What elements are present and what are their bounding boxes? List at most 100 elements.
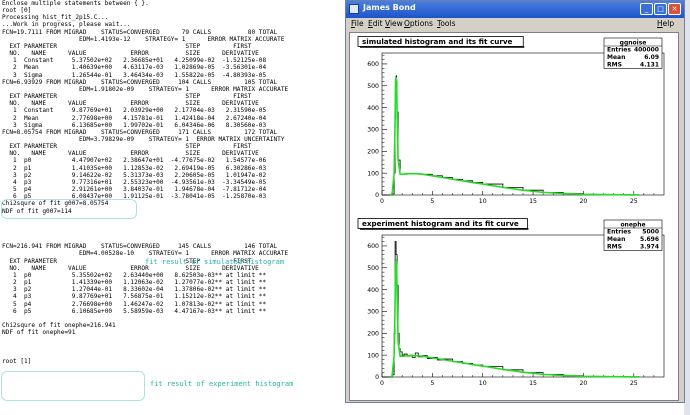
terminal-line: 4 p3 9.77316e+01 2.55323e+00 -4.93561e-0… — [13, 178, 267, 186]
menu-options[interactable]: Options — [404, 19, 433, 28]
x-tick-label: 15 — [529, 380, 537, 387]
minimize-button[interactable]: _ — [640, 3, 653, 15]
menu-tools[interactable]: Tools — [437, 19, 455, 28]
root-canvas-window[interactable]: James Bond _ □ ✕ File Edit View Options Tool… — [345, 0, 685, 403]
terminal-line: 5 p4 2.91261e+00 3.84037e-01 1.94678e-04… — [13, 186, 267, 194]
y-tick-label: 300 — [367, 127, 379, 134]
x-tick-label: 20 — [579, 198, 587, 205]
terminal-line: 3 Sigma 6.13685e+00 1.99702e-01 6.04346e… — [13, 121, 267, 129]
menu-view[interactable]: View — [385, 19, 403, 28]
terminal-line: 3 p2 1.27044e-01 8.33602e-04 1.37806e-02… — [13, 286, 267, 294]
chart-svg: experiment histogram and its fit curve on… — [357, 218, 665, 387]
terminal-line: 1 Constant 5.37502e+02 2.36685e+01 4.250… — [13, 57, 267, 65]
y-tick-label: 400 — [367, 105, 379, 112]
terminal-line: 2 Mean 1.40639e+00 4.63117e-03 1.02869e-… — [13, 64, 267, 72]
terminal-line: EXT PARAMETER STEP FIRST — [9, 143, 252, 151]
terminal-line: 2 p1 1.41339e+00 1.12063e-02 1.27077e-02… — [13, 279, 267, 287]
stats-value: 5.696 — [640, 236, 659, 243]
status-area — [0, 403, 345, 415]
terminal-line: FCN=6.93929 FROM MIGRAD STATUS=CONVERGED… — [2, 78, 278, 86]
stats-value: 5000 — [642, 229, 659, 236]
terminal-line: EXT PARAMETER STEP FIRST — [9, 93, 252, 101]
menu-label: dit — [372, 19, 383, 28]
terminal-line: 3 Sigma 1.26544e-01 3.46434e-03 1.55822e… — [13, 71, 267, 79]
terminal-line: root [0] — [2, 7, 32, 15]
x-tick-label: 5 — [430, 198, 434, 205]
stats-label: Entries — [607, 229, 631, 236]
stats-value: 400000 — [634, 47, 659, 54]
terminal-line: FCN=216.941 FROM MIGRAD STATUS=CONVERGED… — [2, 243, 278, 251]
y-tick-label: 200 — [367, 331, 379, 338]
terminal-line: NO. NAME VALUE ERROR SIZE DERIVATIVE — [9, 150, 259, 158]
terminal-line: Enclose multiple statements between { }. — [2, 0, 149, 7]
y-tick-label: 0 — [375, 374, 379, 381]
stats-label: Mean — [607, 236, 625, 243]
stats-value: 3.974 — [640, 244, 659, 251]
stats-label: RMS — [607, 62, 622, 69]
sim-fit-annotation: fit result of simulated histogram — [145, 258, 285, 266]
y-tick-label: 300 — [367, 309, 379, 316]
menu-file[interactable]: File — [351, 19, 364, 28]
x-tick-label: 10 — [479, 380, 487, 387]
x-tick-label: 10 — [479, 198, 487, 205]
terminal-line: ...Work in progress, please wait... — [2, 21, 131, 29]
terminal-output: Enclose multiple statements between { }.… — [2, 0, 288, 365]
terminal-line: Processing hist_fit_2p15.C... — [2, 14, 109, 22]
terminal-line: EDM=4.00528e-10 STRATEGY= 1 ERROR MATRIX… — [79, 250, 289, 258]
terminal-line: 5 p4 2.76698e+00 1.46247e-02 1.07813e-02… — [13, 300, 267, 308]
exp-fit-annotation: fit result of experiment histogram — [150, 380, 294, 388]
stats-label: Entries — [607, 47, 631, 54]
terminal-line: EDM=1.91802e-09 STRATEGY= 1 ERROR MATRIX… — [79, 85, 289, 93]
terminal-line: 1 p0 4.47907e+02 2.38647e+01 -4.77675e-0… — [13, 157, 267, 165]
plot-pad-experiment[interactable]: experiment histogram and its fit curve on… — [354, 217, 675, 395]
chart-title: experiment histogram and its fit curve — [362, 219, 519, 228]
terminal-line: EDM=1.4193e-12 STRATEGY= 1 ERROR MATRIX … — [79, 35, 285, 43]
maximize-button[interactable]: □ — [654, 3, 667, 15]
menu-label: ools — [440, 19, 456, 28]
terminal-panel[interactable]: Enclose multiple statements between { }.… — [0, 0, 345, 415]
menu-label: ile — [354, 19, 364, 28]
menu-label: elp — [662, 19, 675, 28]
x-tick-label: 25 — [630, 198, 638, 205]
plot-canvas[interactable]: simulated histogram and its fit curve ggn… — [349, 32, 679, 401]
chart-svg: simulated histogram and its fit curve ggn… — [357, 36, 665, 205]
close-button[interactable]: ✕ — [668, 3, 681, 15]
plot-pad-simulated[interactable]: simulated histogram and its fit curve ggn… — [354, 35, 675, 213]
terminal-line: 4 p3 9.87769e+01 7.56875e-01 1.15212e-02… — [13, 293, 267, 301]
x-tick-label: 25 — [630, 380, 638, 387]
terminal-line: 1 p0 5.35502e+02 2.63440e+00 8.62503e-03… — [13, 271, 267, 279]
stats-label: Mean — [607, 54, 625, 61]
x-tick-label: 5 — [430, 380, 434, 387]
app-icon — [349, 4, 359, 14]
window-title: James Bond — [363, 3, 416, 12]
terminal-line: 1 Constant 9.87769e+01 2.03929e+00 2.177… — [13, 107, 267, 115]
exp-fit-callout — [1, 371, 145, 401]
terminal-line: NDF of fit onephe=91 — [2, 329, 76, 337]
terminal-line: NO. NAME VALUE ERROR SIZE DERIVATIVE — [9, 100, 259, 108]
menu-edit[interactable]: Edit — [368, 19, 383, 28]
window-titlebar[interactable]: James Bond _ □ ✕ — [346, 1, 684, 18]
stats-label: RMS — [607, 244, 622, 251]
x-tick-label: 0 — [380, 380, 384, 387]
menu-help[interactable]: Help — [657, 19, 674, 28]
x-tick-label: 15 — [529, 198, 537, 205]
terminal-line: Chi2squre of fit onephe=216.941 — [2, 322, 116, 330]
y-tick-label: 400 — [367, 287, 379, 294]
terminal-line: 3 p2 9.14622e-02 5.31373e-03 2.20605e-05… — [13, 171, 267, 179]
terminal-line: FCN=19.7111 FROM MIGRAD STATUS=CONVERGED… — [2, 28, 278, 36]
y-tick-label: 600 — [367, 243, 379, 250]
stats-value: 4.131 — [640, 62, 659, 69]
terminal-line: FCN=8.05754 FROM MIGRAD STATUS=CONVERGED… — [2, 128, 278, 136]
y-tick-label: 0 — [375, 192, 379, 199]
y-tick-label: 100 — [367, 352, 379, 359]
terminal-line: 2 Mean 2.77698e+00 4.15781e-01 1.42418e-… — [13, 114, 267, 122]
y-tick-label: 200 — [367, 149, 379, 156]
y-tick-label: 100 — [367, 170, 379, 177]
terminal-line: EDM=3.79829e-09 STRATEGY= 1 ERROR MATRIX… — [79, 135, 285, 143]
y-tick-label: 500 — [367, 83, 379, 90]
stats-name: ggnoise — [620, 39, 647, 46]
x-tick-label: 20 — [579, 380, 587, 387]
stats-name: onephe — [620, 221, 645, 228]
terminal-line: root [1] — [2, 357, 32, 365]
stats-value: 6.09 — [644, 54, 659, 61]
